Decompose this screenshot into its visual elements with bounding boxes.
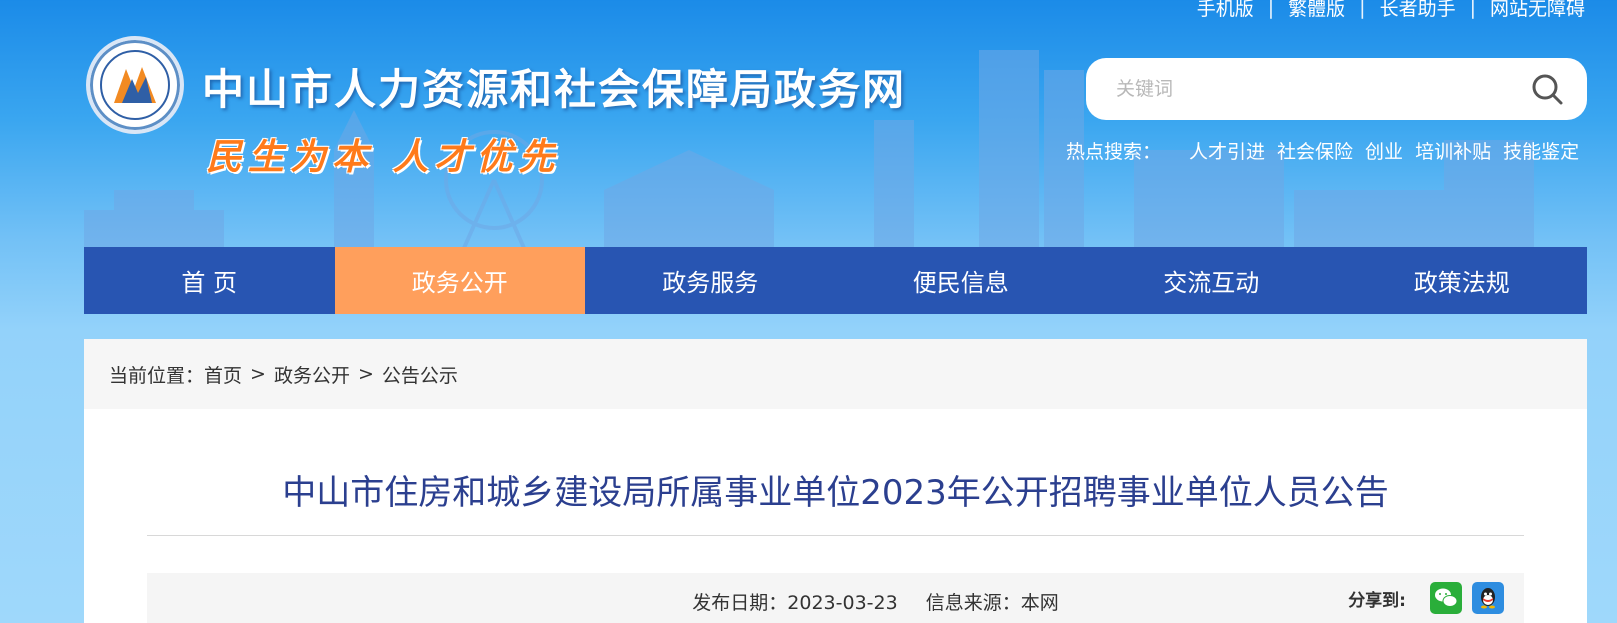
wechat-share-icon[interactable] — [1430, 582, 1462, 614]
hot-search-item[interactable]: 创业 — [1365, 137, 1403, 164]
search-input[interactable] — [1116, 78, 1527, 100]
breadcrumb-announcements[interactable]: 公告公示 — [382, 361, 458, 388]
traditional-chinese-link[interactable]: 繁體版 — [1288, 0, 1345, 21]
separator: | — [1469, 0, 1476, 19]
breadcrumb-separator: > — [357, 363, 374, 385]
nav-item-policies[interactable]: 政策法规 — [1337, 247, 1588, 314]
info-source-value: 本网 — [1020, 591, 1059, 614]
publish-date-value: 2023-03-23 — [787, 591, 898, 614]
mobile-version-link[interactable]: 手机版 — [1197, 0, 1254, 21]
accessibility-link[interactable]: 网站无障碍 — [1490, 0, 1585, 21]
breadcrumb-home[interactable]: 首页 — [204, 361, 242, 388]
site-logo[interactable] — [86, 36, 184, 134]
share-label: 分享到: — [1348, 590, 1406, 611]
publish-date: 发布日期：2023-03-23 — [692, 588, 897, 615]
nav-item-services[interactable]: 政务服务 — [585, 247, 836, 314]
hot-search-item[interactable]: 培训补贴 — [1415, 137, 1491, 164]
hot-search-item[interactable]: 社会保险 — [1277, 137, 1353, 164]
nav-item-government-affairs[interactable]: 政务公开 — [334, 247, 585, 314]
separator: | — [1267, 0, 1275, 19]
search-box — [1086, 58, 1587, 120]
nav-item-interaction[interactable]: 交流互动 — [1086, 247, 1337, 314]
info-source-label: 信息来源： — [925, 591, 1021, 614]
main-nav: 首 页 政务公开 政务服务 便民信息 交流互动 政策法规 — [84, 247, 1587, 314]
nav-item-public-info[interactable]: 便民信息 — [836, 247, 1087, 314]
separator: | — [1359, 0, 1366, 19]
article-meta-info: 发布日期：2023-03-23 信息来源：本网 — [147, 573, 1524, 623]
article-panel: 当前位置： 首页 > 政务公开 > 公告公示 中山市住房和城乡建设局所属事业单位… — [84, 339, 1587, 623]
divider — [147, 535, 1524, 536]
top-links: 手机版 | 繁體版 | 长者助手 | 网站无障碍 — [1197, 0, 1585, 21]
share-bar: 分享到: — [1348, 582, 1504, 614]
breadcrumb-separator: > — [250, 363, 266, 385]
search-icon[interactable] — [1527, 69, 1567, 109]
info-source: 信息来源：本网 — [926, 588, 1059, 615]
hot-search-item[interactable]: 人才引进 — [1189, 137, 1265, 164]
publish-date-label: 发布日期： — [692, 591, 788, 614]
hot-search: 热点搜索： 人才引进 社会保险 创业 培训补贴 技能鉴定 — [1066, 137, 1579, 164]
qq-share-icon[interactable] — [1472, 582, 1504, 614]
breadcrumb-prefix: 当前位置： — [109, 364, 205, 387]
breadcrumb-government-affairs[interactable]: 政务公开 — [274, 361, 350, 388]
elderly-assistant-link[interactable]: 长者助手 — [1380, 0, 1456, 21]
hot-search-item[interactable]: 技能鉴定 — [1503, 137, 1579, 164]
hot-search-label: 热点搜索： — [1066, 141, 1162, 163]
breadcrumb: 当前位置： 首页 > 政务公开 > 公告公示 — [84, 339, 1587, 409]
article-meta: 发布日期：2023-03-23 信息来源：本网 分享到: — [147, 573, 1524, 623]
site-title[interactable]: 中山市人力资源和社会保障局政务网 — [202, 56, 906, 117]
nav-item-home[interactable]: 首 页 — [84, 247, 335, 314]
article-title: 中山市住房和城乡建设局所属事业单位2023年公开招聘事业单位人员公告 — [282, 473, 1389, 513]
logo-emblem-icon — [100, 50, 170, 120]
site-slogan: 民生为本 人才优先 — [206, 136, 561, 178]
